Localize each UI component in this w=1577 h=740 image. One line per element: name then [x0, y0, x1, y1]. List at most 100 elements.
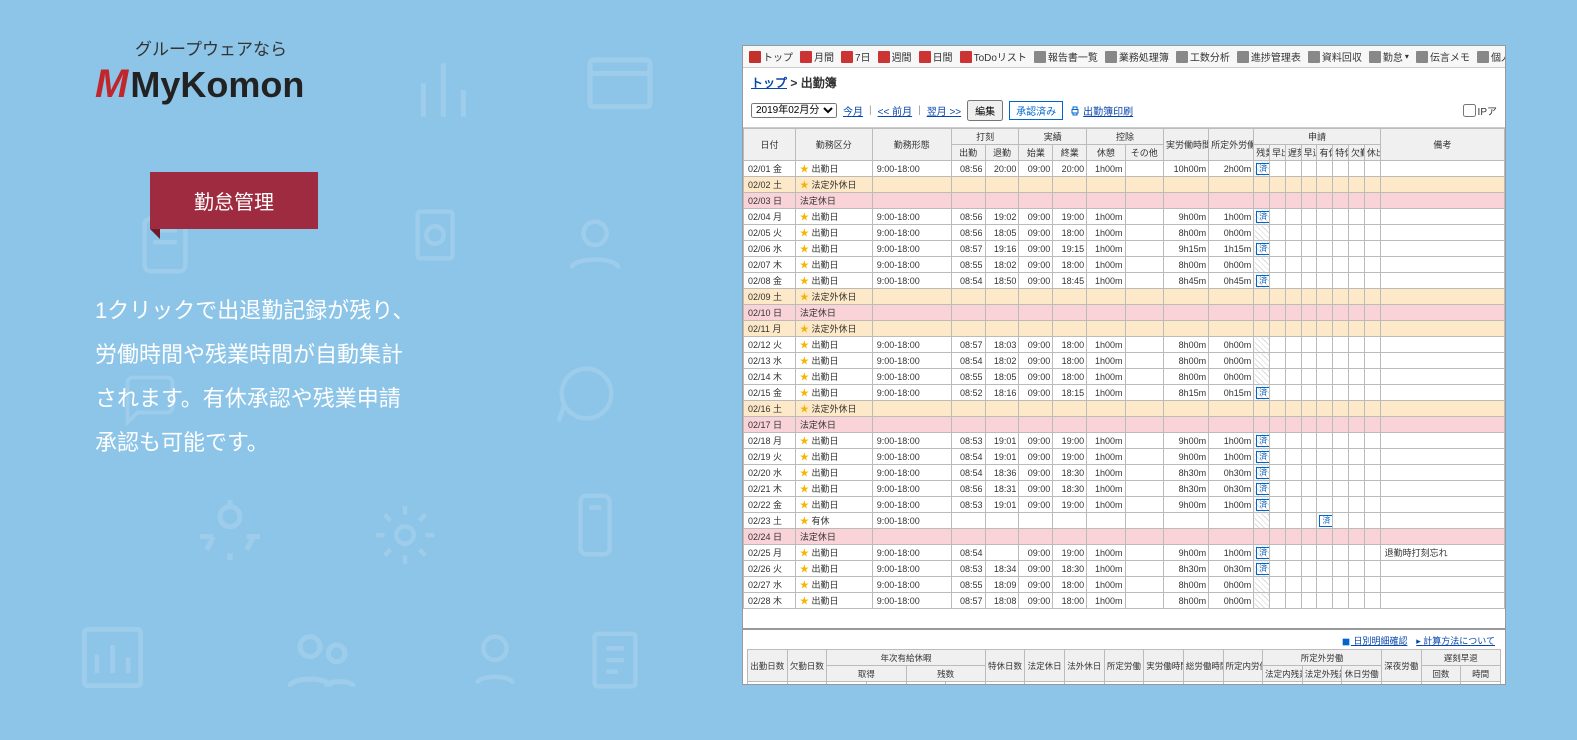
next-month-link[interactable]: 翌月 >>	[927, 103, 961, 118]
approved-chip[interactable]: 済	[1256, 563, 1269, 575]
table-row[interactable]: 02/25 月★ 出勤日9:00-18:0008:5409:0019:001h0…	[744, 545, 1505, 561]
star-icon: ★	[800, 244, 809, 254]
table-row[interactable]: 02/16 土★ 法定外休日	[744, 401, 1505, 417]
table-row[interactable]: 02/14 木★ 出勤日9:00-18:0008:5518:0509:0018:…	[744, 369, 1505, 385]
toolbar-item[interactable]: 業務処理簿	[1102, 48, 1172, 65]
star-icon: ★	[800, 212, 809, 222]
toolbar-item[interactable]: ToDoリスト	[957, 48, 1030, 65]
toolbar-icon	[1308, 51, 1320, 63]
table-row[interactable]: 02/01 金★ 出勤日9:00-18:0008:5620:0009:0020:…	[744, 161, 1505, 177]
star-icon: ★	[800, 180, 809, 190]
approved-chip[interactable]: 済	[1256, 387, 1269, 399]
controls-row: 2019年02月分 今月 | << 前月 | 翌月 >> 編集 承認済み 出勤簿…	[743, 97, 1505, 128]
attendance-app-window: トップ月間7日週間日間ToDoリスト報告書一覧業務処理簿工数分析進捗管理表資料回…	[742, 45, 1506, 685]
toolbar-icon	[1369, 51, 1381, 63]
approved-chip[interactable]: 済	[1256, 435, 1269, 447]
star-icon: ★	[800, 548, 809, 558]
table-row[interactable]: 02/13 水★ 出勤日9:00-18:0008:5418:0209:0018:…	[744, 353, 1505, 369]
approved-button[interactable]: 承認済み	[1009, 101, 1063, 120]
table-row[interactable]: 02/22 金★ 出勤日9:00-18:0008:5319:0109:0019:…	[744, 497, 1505, 513]
star-icon: ★	[800, 452, 809, 462]
approved-chip[interactable]: 済	[1256, 451, 1269, 463]
table-row[interactable]: 02/03 日法定休日	[744, 193, 1505, 209]
table-row[interactable]: 02/18 月★ 出勤日9:00-18:0008:5319:0109:0019:…	[744, 433, 1505, 449]
table-row[interactable]: 02/02 土★ 法定外休日	[744, 177, 1505, 193]
star-icon: ★	[800, 388, 809, 398]
approved-chip[interactable]: 済	[1256, 499, 1269, 511]
toolbar-item[interactable]: 週間	[875, 48, 915, 65]
brand-tagline: グループウェアなら	[135, 35, 615, 60]
attendance-table-wrap: 日付 勤務区分 勤務形態 打刻 実績 控除 実労働時間 所定外労働 申請 備考 …	[743, 128, 1505, 628]
this-month-link[interactable]: 今月	[843, 103, 863, 118]
daily-detail-link[interactable]: 日別明細確認	[1341, 636, 1408, 646]
toolbar-icon	[1237, 51, 1249, 63]
toolbar-icon	[1477, 51, 1489, 63]
star-icon: ★	[800, 404, 809, 414]
approved-chip[interactable]: 済	[1256, 275, 1269, 287]
table-row[interactable]: 02/19 火★ 出勤日9:00-18:0008:5419:0109:0019:…	[744, 449, 1505, 465]
calc-method-link[interactable]: ▸ 計算方法について	[1416, 636, 1495, 646]
approved-chip[interactable]: 済	[1256, 211, 1269, 223]
star-icon: ★	[800, 340, 809, 350]
toolbar-item[interactable]: 進捗管理表	[1234, 48, 1304, 65]
star-icon: ★	[800, 356, 809, 366]
toolbar-icon	[749, 51, 761, 63]
prev-month-link[interactable]: << 前月	[878, 103, 912, 118]
brand-logo: MMyKomon	[95, 62, 615, 107]
star-icon: ★	[800, 260, 809, 270]
toolbar-item[interactable]: 個人ツール▾	[1474, 48, 1506, 65]
table-row[interactable]: 02/24 日法定休日	[744, 529, 1505, 545]
table-row[interactable]: 02/15 金★ 出勤日9:00-18:0008:5218:1609:0018:…	[744, 385, 1505, 401]
approved-chip[interactable]: 済	[1319, 515, 1332, 527]
approved-chip[interactable]: 済	[1256, 243, 1269, 255]
table-row[interactable]: 02/10 日法定休日	[744, 305, 1505, 321]
table-row[interactable]: 02/28 木★ 出勤日9:00-18:0008:5718:0809:0018:…	[744, 593, 1505, 609]
table-row[interactable]: 02/23 土★ 有休9:00-18:00済	[744, 513, 1505, 529]
attendance-table: 日付 勤務区分 勤務形態 打刻 実績 控除 実労働時間 所定外労働 申請 備考 …	[743, 128, 1505, 609]
table-row[interactable]: 02/05 火★ 出勤日9:00-18:0008:5618:0509:0018:…	[744, 225, 1505, 241]
breadcrumb-page: 出勤簿	[801, 76, 837, 90]
star-icon: ★	[800, 580, 809, 590]
star-icon: ★	[800, 468, 809, 478]
approved-chip[interactable]: 済	[1256, 467, 1269, 479]
star-icon: ★	[800, 228, 809, 238]
toolbar-item[interactable]: 工数分析	[1173, 48, 1233, 65]
ip-checkbox[interactable]: IPア	[1463, 103, 1497, 118]
toolbar-item[interactable]: トップ	[746, 48, 796, 65]
table-row[interactable]: 02/06 水★ 出勤日9:00-18:0008:5719:1609:0019:…	[744, 241, 1505, 257]
marketing-panel: グループウェアなら MMyKomon 勤怠管理 1クリックで出退勤記録が残り、労…	[95, 35, 615, 465]
table-row[interactable]: 02/11 月★ 法定外休日	[744, 321, 1505, 337]
toolbar-item[interactable]: 伝言メモ	[1413, 48, 1473, 65]
table-row[interactable]: 02/20 水★ 出勤日9:00-18:0008:5418:3609:0018:…	[744, 465, 1505, 481]
table-row[interactable]: 02/04 月★ 出勤日9:00-18:0008:5619:0209:0019:…	[744, 209, 1505, 225]
toolbar-icon	[919, 51, 931, 63]
table-row[interactable]: 02/09 土★ 法定外休日	[744, 289, 1505, 305]
summary-section: 日別明細確認 ▸ 計算方法について 出勤日数 欠勤日数 年次有給休暇 特休日数 …	[743, 628, 1505, 685]
approved-chip[interactable]: 済	[1256, 547, 1269, 559]
summary-table: 出勤日数 欠勤日数 年次有給休暇 特休日数 法定休日 法外休日 所定労働 実労働…	[747, 649, 1501, 685]
table-row[interactable]: 02/08 金★ 出勤日9:00-18:0008:5418:5009:0018:…	[744, 273, 1505, 289]
breadcrumb-root[interactable]: トップ	[751, 76, 787, 90]
table-row[interactable]: 02/27 水★ 出勤日9:00-18:0008:5518:0909:0018:…	[744, 577, 1505, 593]
star-icon: ★	[800, 372, 809, 382]
table-row[interactable]: 02/07 木★ 出勤日9:00-18:0008:5518:0209:0018:…	[744, 257, 1505, 273]
month-select[interactable]: 2019年02月分	[751, 103, 837, 118]
approved-chip[interactable]: 済	[1256, 163, 1269, 175]
toolbar-item[interactable]: 勤怠▾	[1366, 48, 1412, 65]
star-icon: ★	[800, 324, 809, 334]
star-icon: ★	[800, 564, 809, 574]
approved-chip[interactable]: 済	[1256, 483, 1269, 495]
toolbar-item[interactable]: 月間	[797, 48, 837, 65]
toolbar-item[interactable]: 日間	[916, 48, 956, 65]
star-icon: ★	[800, 500, 809, 510]
table-row[interactable]: 02/12 火★ 出勤日9:00-18:0008:5718:0309:0018:…	[744, 337, 1505, 353]
print-link[interactable]: 出勤簿印刷	[1069, 103, 1133, 118]
feature-badge: 勤怠管理	[150, 172, 318, 229]
toolbar-item[interactable]: 7日	[838, 48, 874, 65]
toolbar-item[interactable]: 資料回収	[1305, 48, 1365, 65]
toolbar-item[interactable]: 報告書一覧	[1031, 48, 1101, 65]
table-row[interactable]: 02/17 日法定休日	[744, 417, 1505, 433]
table-row[interactable]: 02/21 木★ 出勤日9:00-18:0008:5618:3109:0018:…	[744, 481, 1505, 497]
edit-button[interactable]: 編集	[967, 100, 1003, 121]
table-row[interactable]: 02/26 火★ 出勤日9:00-18:0008:5318:3409:0018:…	[744, 561, 1505, 577]
